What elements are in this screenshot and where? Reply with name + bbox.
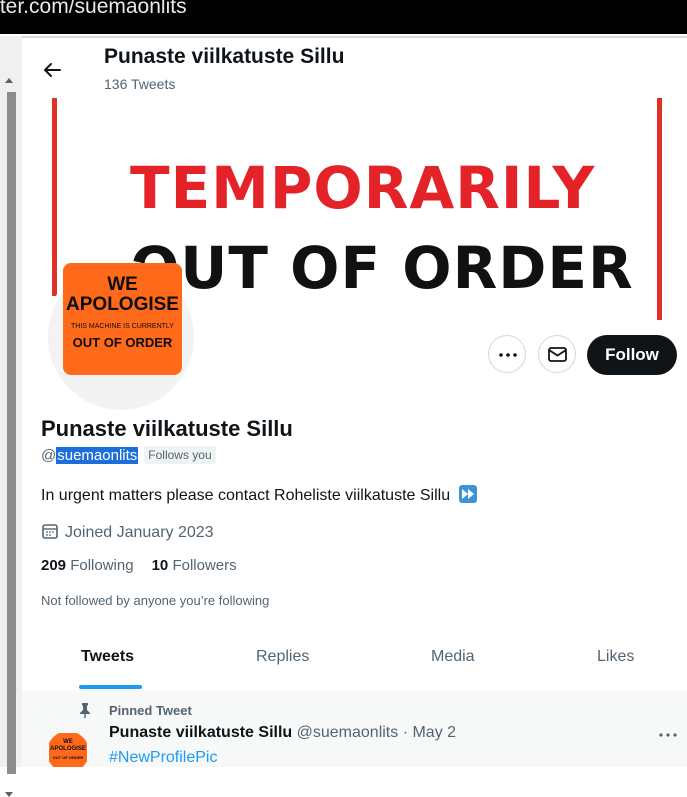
bio-text: In urgent matters please contact Rohelis… xyxy=(41,487,451,504)
tweet-author-avatar[interactable]: WE APOLOGISE OUT OF ORDER xyxy=(47,731,89,767)
scrollbar[interactable] xyxy=(0,36,22,797)
tab-replies[interactable]: Replies xyxy=(256,648,309,666)
message-button[interactable] xyxy=(538,335,576,373)
tweet-avatar-text: OUT OF ORDER xyxy=(52,755,84,760)
scroll-up-arrow-icon[interactable] xyxy=(5,78,13,83)
pinned-tweet[interactable]: Pinned Tweet WE APOLOGISE OUT OF ORDER P… xyxy=(22,690,687,767)
browser-url-bar[interactable]: tter.com/suemaonlits xyxy=(0,0,687,34)
tab-media[interactable]: Media xyxy=(431,648,475,666)
header-title: Punaste viilkatuste Sillu xyxy=(104,45,345,68)
tweet-header: Punaste viilkatuste Sillu @suemaonlits ·… xyxy=(109,724,456,742)
profile-bio: In urgent matters please contact Rohelis… xyxy=(41,485,477,505)
more-dots-icon xyxy=(499,353,517,357)
tweet-author-name[interactable]: Punaste viilkatuste Sillu xyxy=(109,724,292,741)
scroll-down-arrow-icon[interactable] xyxy=(5,792,13,797)
following-label: Following xyxy=(70,557,134,574)
tab-tweets[interactable]: Tweets xyxy=(81,648,134,666)
follow-button[interactable]: Follow xyxy=(587,335,677,375)
joined-text: Joined January 2023 xyxy=(65,524,214,541)
pin-icon xyxy=(80,703,90,718)
header-tweet-count: 136 Tweets xyxy=(104,76,176,92)
followers-label: Followers xyxy=(172,557,237,574)
more-options-button[interactable] xyxy=(488,335,526,373)
tab-likes[interactable]: Likes xyxy=(597,648,634,666)
banner-red-bar xyxy=(657,98,662,320)
arrow-left-icon xyxy=(44,63,61,77)
handle-prefix: @ xyxy=(41,447,57,464)
tweet-handle-date[interactable]: @suemaonlits · May 2 xyxy=(297,724,456,741)
following-count: 209 xyxy=(41,557,67,574)
following-link[interactable]: 209 Following xyxy=(41,557,134,574)
profile-handle[interactable]: suemaonlits xyxy=(56,447,139,464)
scrollbar-thumb[interactable] xyxy=(7,92,16,774)
avatar-image[interactable]: WE APOLOGISE THIS MACHINE IS CURRENTLY O… xyxy=(63,263,182,375)
joined-date: Joined January 2023 xyxy=(41,522,214,542)
followers-count: 10 xyxy=(151,557,169,574)
divider xyxy=(22,36,687,38)
banner-red-bar xyxy=(52,98,57,296)
back-button[interactable] xyxy=(38,56,66,84)
tweet-more-icon[interactable] xyxy=(658,733,678,737)
follow-stats: 209 Following 10 Followers xyxy=(41,557,237,574)
profile-tabs: Tweets Replies Media Likes xyxy=(22,634,687,690)
profile-handle-row: @suemaonlits Follows you xyxy=(41,446,216,464)
active-tab-indicator xyxy=(79,685,142,689)
avatar-text: WE xyxy=(107,274,138,295)
envelope-icon xyxy=(548,347,567,362)
pinned-tweet-label: Pinned Tweet xyxy=(109,703,192,718)
tweet-avatar-text: WE xyxy=(63,739,73,745)
calendar-icon xyxy=(42,524,58,539)
avatar-text: OUT OF ORDER xyxy=(72,335,173,350)
tweet-avatar-image: WE APOLOGISE OUT OF ORDER xyxy=(49,733,87,767)
tweet-avatar-text: APOLOGISE xyxy=(50,746,86,752)
avatar-text: APOLOGISE xyxy=(66,294,179,315)
profile-name: Punaste viilkatuste Sillu xyxy=(41,416,293,441)
profile-page: Punaste viilkatuste Sillu 136 Tweets TEM… xyxy=(22,36,687,767)
not-followed-note: Not followed by anyone you’re following xyxy=(41,593,270,608)
url-text: tter.com/suemaonlits xyxy=(0,0,187,18)
followers-link[interactable]: 10 Followers xyxy=(152,557,237,574)
follows-you-badge: Follows you xyxy=(144,446,216,464)
banner-text-line2: OUT OF ORDER xyxy=(130,234,634,302)
avatar-text: THIS MACHINE IS CURRENTLY xyxy=(71,323,174,330)
fast-forward-icon xyxy=(458,485,477,503)
tweet-hashtag-link[interactable]: #NewProfilePic xyxy=(109,749,217,767)
banner-text-line1: TEMPORARILY xyxy=(130,154,596,222)
